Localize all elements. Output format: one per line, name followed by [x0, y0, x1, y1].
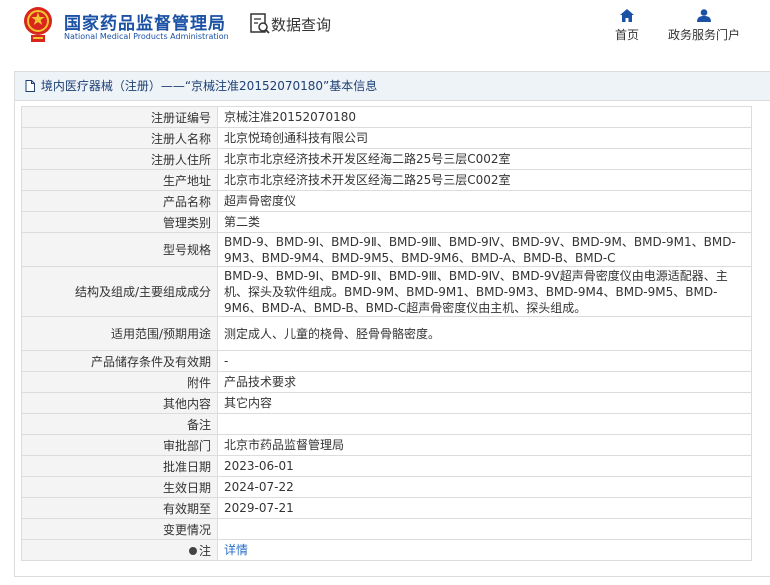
field-value: 超声骨密度仪 — [217, 190, 752, 212]
device-info-table: 注册证编号 京械注准20152070180 注册人名称 北京悦琦创通科技有限公司 注册人… — [21, 106, 752, 561]
field-value: 2024-07-22 — [217, 476, 752, 498]
table-row: 备注 — [21, 413, 752, 435]
device-info-panel: 境内医疗器械（注册）——“京械注准20152070180”基本信息 注册证编号京… — [14, 71, 770, 577]
data-search-icon[interactable] — [250, 13, 270, 35]
field-label: 备注 — [21, 413, 218, 435]
field-value — [217, 518, 752, 540]
home-icon — [620, 9, 634, 22]
table-row: 产品名称 超声骨密度仪 — [21, 190, 752, 212]
nav-service-portal[interactable]: 政务服务门户 — [662, 9, 746, 43]
data-search-link[interactable]: 数据查询 — [271, 14, 331, 35]
field-value: - — [217, 350, 752, 372]
field-value: 北京市药品监督管理局 — [217, 434, 752, 456]
field-label: 产品储存条件及有效期 — [21, 350, 218, 372]
nav-home-label: 首页 — [614, 28, 639, 42]
field-value: BMD-9、BMD-9Ⅰ、BMD-9Ⅱ、BMD-9Ⅲ、BMD-9Ⅳ、BMD-9Ⅴ… — [217, 232, 752, 267]
field-label: 审批部门 — [21, 434, 218, 456]
user-icon — [697, 9, 711, 22]
field-label: 注册证编号 — [21, 106, 218, 128]
table-row: 结构及组成/主要组成成分 BMD-9、BMD-9Ⅰ、BMD-9Ⅱ、BMD-9Ⅲ、B… — [21, 266, 752, 317]
panel-title: 境内医疗器械（注册）——“京械注准20152070180”基本信息 — [40, 79, 378, 93]
table-row: 注册人住所 北京市北京经济技术开发区经海二路25号三层C002室 — [21, 148, 752, 170]
field-value: 2023-06-01 — [217, 455, 752, 477]
field-value: 北京市北京经济技术开发区经海二路25号三层C002室 — [217, 148, 752, 170]
field-value: BMD-9、BMD-9Ⅰ、BMD-9Ⅱ、BMD-9Ⅲ、BMD-9Ⅳ、BMD-9Ⅴ… — [217, 266, 752, 317]
field-label: 生效日期 — [21, 476, 218, 498]
field-label: 其他内容 — [21, 392, 218, 414]
field-value: 其它内容 — [217, 392, 752, 414]
table-row-note: 注详情 — [21, 539, 752, 561]
field-label: 适用范围/预期用途 — [21, 316, 218, 351]
field-value — [217, 413, 752, 435]
table-row: 批准日期 2023-06-01 — [21, 455, 752, 477]
table-row: 有效期至 2029-07-21 — [21, 497, 752, 519]
nav-service-label: 政务服务门户 — [667, 28, 740, 42]
details-link[interactable]: 详情 — [224, 543, 248, 557]
table-row: 生产地址 北京市北京经济技术开发区经海二路25号三层C002室 — [21, 169, 752, 191]
field-value: 京械注准20152070180 — [217, 106, 752, 128]
table-row: 适用范围/预期用途 测定成人、儿童的桡骨、胫骨骨骼密度。 — [21, 316, 752, 351]
field-label: 注册人名称 — [21, 127, 218, 149]
table-row: 注册证编号 京械注准20152070180 — [21, 106, 752, 128]
site-logo-subtitle[interactable]: National Medical Products Administration — [64, 32, 229, 41]
panel-title-bar: 境内医疗器械（注册）——“京械注准20152070180”基本信息 — [15, 72, 770, 101]
table-row: 审批部门 北京市药品监督管理局 — [21, 434, 752, 456]
field-label: 结构及组成/主要组成成分 — [21, 266, 218, 317]
national-emblem-icon — [24, 7, 52, 42]
field-label: 生产地址 — [21, 169, 218, 191]
table-row: 附件 产品技术要求 — [21, 371, 752, 393]
field-value: 产品技术要求 — [217, 371, 752, 393]
document-icon — [25, 80, 35, 92]
field-label: 管理类别 — [21, 211, 218, 233]
table-row: 产品储存条件及有效期 - — [21, 350, 752, 372]
field-label: 批准日期 — [21, 455, 218, 477]
field-value: 测定成人、儿童的桡骨、胫骨骨骼密度。 — [217, 316, 752, 351]
table-row: 变更情况 — [21, 518, 752, 540]
field-value: 北京悦琦创通科技有限公司 — [217, 127, 752, 149]
field-label: 有效期至 — [21, 497, 218, 519]
site-header: 国家药品监督管理局 National Medical Products Admi… — [0, 0, 770, 58]
field-label: 变更情况 — [21, 518, 218, 540]
field-label: 型号规格 — [21, 232, 218, 267]
field-value: 第二类 — [217, 211, 752, 233]
field-label: 产品名称 — [21, 190, 218, 212]
field-value: 北京市北京经济技术开发区经海二路25号三层C002室 — [217, 169, 752, 191]
note-value-cell: 详情 — [217, 539, 752, 561]
table-row: 其他内容 其它内容 — [21, 392, 752, 414]
table-row: 注册人名称 北京悦琦创通科技有限公司 — [21, 127, 752, 149]
field-label: 注册人住所 — [21, 148, 218, 170]
field-label: 附件 — [21, 371, 218, 393]
nav-home[interactable]: 首页 — [607, 9, 647, 43]
table-row: 型号规格 BMD-9、BMD-9Ⅰ、BMD-9Ⅱ、BMD-9Ⅲ、BMD-9Ⅳ、BM… — [21, 232, 752, 267]
table-row: 生效日期 2024-07-22 — [21, 476, 752, 498]
field-value: 2029-07-21 — [217, 497, 752, 519]
note-dot-icon — [188, 546, 197, 555]
note-label: 注 — [198, 543, 211, 558]
table-row: 管理类别 第二类 — [21, 211, 752, 233]
site-logo-title[interactable]: 国家药品监督管理局 — [64, 9, 226, 34]
note-label-cell: 注 — [21, 539, 218, 561]
